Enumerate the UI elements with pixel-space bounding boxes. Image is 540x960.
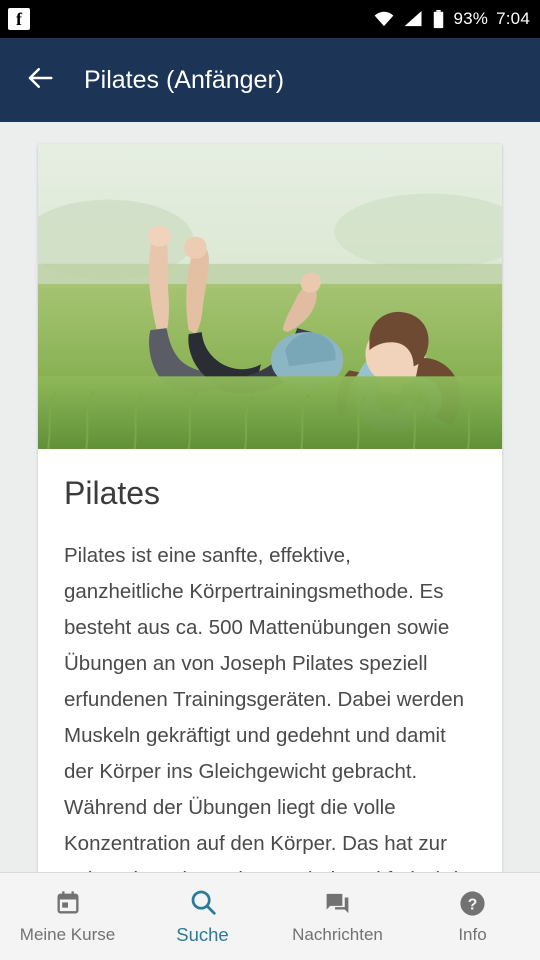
cellular-signal-icon [403, 11, 424, 27]
search-icon [188, 887, 218, 917]
nav-label-suche: Suche [176, 924, 229, 945]
page-title: Pilates (Anfänger) [84, 65, 285, 94]
status-bar-system-icons: 93% 7:04 [373, 9, 530, 29]
battery-percentage: 93% [453, 9, 489, 28]
course-card-body: Pilates Pilates ist eine sanfte, effekti… [38, 449, 502, 872]
nav-item-meine-kurse[interactable]: Meine Kurse [0, 888, 135, 945]
pilates-illustration [38, 144, 502, 449]
wifi-icon [373, 11, 395, 27]
course-image [38, 144, 502, 449]
nav-item-info[interactable]: ? Info [405, 888, 540, 945]
arrow-back-icon [25, 63, 55, 98]
nav-label-nachrichten: Nachrichten [292, 925, 383, 944]
calendar-icon [54, 888, 82, 918]
facebook-icon: f [8, 8, 30, 30]
chat-icon [323, 888, 352, 918]
battery-icon [432, 9, 445, 29]
course-description: Pilates ist eine sanfte, effektive, ganz… [64, 544, 465, 872]
nav-label-meine-kurse: Meine Kurse [19, 925, 116, 944]
bottom-navigation: Meine Kurse Suche Nachrichten ? Info [0, 872, 540, 960]
help-icon: ? [458, 888, 487, 918]
course-title: Pilates [64, 475, 161, 511]
status-bar-notifications: f [8, 8, 30, 30]
status-bar: f 93% 7:04 [0, 0, 540, 38]
clock: 7:04 [496, 9, 530, 28]
nav-item-nachrichten[interactable]: Nachrichten [270, 888, 405, 945]
nav-label-info: Info [458, 925, 487, 944]
content-scroll-area[interactable]: Pilates Pilates ist eine sanfte, effekti… [0, 122, 540, 872]
back-button[interactable] [16, 56, 64, 104]
app-bar: Pilates (Anfänger) [0, 38, 540, 122]
svg-text:?: ? [468, 896, 478, 913]
course-card: Pilates Pilates ist eine sanfte, effekti… [38, 144, 502, 872]
app-root: f 93% 7:04 Pilates (Anfänger) Pilates Pi… [0, 0, 540, 960]
nav-item-suche[interactable]: Suche [135, 887, 270, 946]
